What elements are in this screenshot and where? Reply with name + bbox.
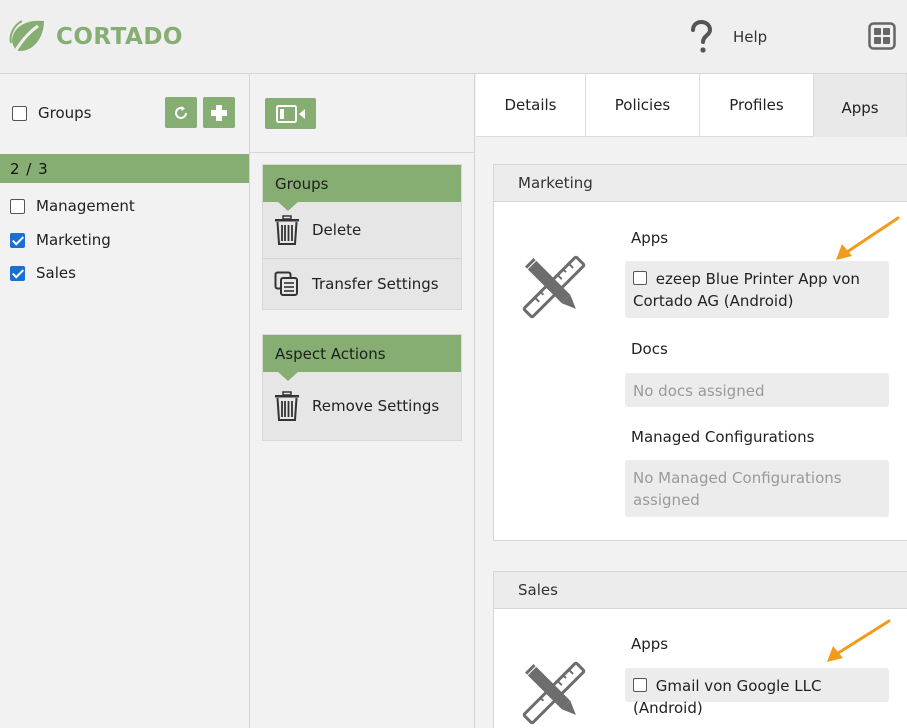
remove-settings-action[interactable]: Remove Settings: [263, 372, 461, 440]
delete-label: Delete: [312, 221, 362, 239]
section-title: Marketing: [494, 165, 907, 202]
group-checkbox[interactable]: [10, 232, 25, 248]
groups-actions-title: Groups: [263, 165, 461, 211]
section-title: Sales: [494, 572, 907, 609]
groups-actions-panel: Groups Delete Transfer Settings: [262, 164, 462, 310]
tab-apps[interactable]: Apps: [814, 74, 907, 137]
group-checkbox[interactable]: [10, 265, 25, 281]
refresh-button[interactable]: [165, 97, 197, 128]
group-label: Management: [36, 197, 135, 215]
tab-details[interactable]: Details: [476, 74, 586, 137]
groups-header-label: Groups: [38, 104, 92, 122]
cortado-logo[interactable]: CORTADO: [8, 16, 183, 58]
trash-icon: [275, 215, 299, 245]
tab-label: Policies: [614, 96, 671, 114]
transfer-settings-label: Transfer Settings: [312, 275, 439, 293]
group-item-marketing[interactable]: Marketing: [10, 231, 111, 249]
annotation-arrow-icon: [827, 619, 891, 662]
tab-label: Profiles: [729, 96, 784, 114]
group-item-management[interactable]: Management: [10, 197, 135, 215]
add-group-button[interactable]: [203, 97, 235, 128]
docs-empty-box: No docs assigned: [625, 373, 889, 407]
collapse-panel-icon: [275, 104, 305, 123]
actions-toolbar: [250, 74, 475, 153]
brand-name: CORTADO: [56, 24, 183, 50]
tools-icon: [522, 255, 586, 319]
group-label: Sales: [36, 264, 76, 282]
actions-panel: Groups Delete Transfer Settings Aspect A…: [250, 74, 475, 728]
groups-panel: Groups 2 / 3 Management Marketing Sales: [0, 74, 250, 728]
copy-icon: [274, 271, 298, 296]
aspect-actions-title: Aspect Actions: [263, 335, 461, 381]
tab-label: Details: [504, 96, 557, 114]
groups-select-all[interactable]: Groups: [12, 104, 91, 122]
transfer-settings-action[interactable]: Transfer Settings: [263, 259, 461, 309]
app-checkbox[interactable]: [633, 271, 647, 285]
apps-label: Apps: [631, 635, 669, 653]
trash-icon: [275, 391, 299, 421]
assigned-app-item[interactable]: Gmail von Google LLC (Android): [625, 668, 889, 717]
help-link[interactable]: Help: [733, 28, 767, 46]
docs-label: Docs: [631, 340, 668, 358]
app-name: ezeep Blue Printer App von Cortado AG (A…: [633, 270, 860, 310]
app-name: Gmail von Google LLC (Android): [633, 677, 822, 717]
plus-icon: [211, 104, 227, 121]
tab-label: Apps: [841, 98, 879, 117]
question-mark-icon[interactable]: [688, 20, 714, 54]
tab-profiles[interactable]: Profiles: [700, 74, 814, 137]
tools-icon: [522, 661, 586, 725]
assigned-app-item[interactable]: ezeep Blue Printer App von Cortado AG (A…: [625, 261, 889, 318]
delete-action[interactable]: Delete: [263, 202, 461, 259]
annotation-arrow-icon: [836, 216, 900, 260]
selection-count-bar: 2 / 3: [0, 154, 249, 183]
app-checkbox[interactable]: [633, 678, 647, 692]
collapse-sidebar-button[interactable]: [265, 98, 316, 129]
apps-label: Apps: [631, 229, 669, 247]
detail-tabs: Details Policies Profiles Apps: [476, 74, 907, 137]
select-all-checkbox[interactable]: [12, 105, 27, 121]
managed-configurations-label: Managed Configurations: [631, 428, 815, 446]
configurations-empty-box: No Managed Configurations assigned: [625, 460, 889, 517]
remove-settings-label: Remove Settings: [312, 397, 440, 415]
group-checkbox[interactable]: [10, 198, 25, 214]
leaf-logo-icon: [9, 20, 44, 51]
refresh-icon: [175, 105, 187, 119]
group-item-sales[interactable]: Sales: [10, 264, 76, 282]
aspect-actions-panel: Aspect Actions Remove Settings: [262, 334, 462, 441]
app-header: CORTADO Help: [0, 0, 907, 74]
app-grid-icon[interactable]: [868, 22, 896, 50]
tab-policies[interactable]: Policies: [586, 74, 700, 137]
group-label: Marketing: [36, 231, 111, 249]
